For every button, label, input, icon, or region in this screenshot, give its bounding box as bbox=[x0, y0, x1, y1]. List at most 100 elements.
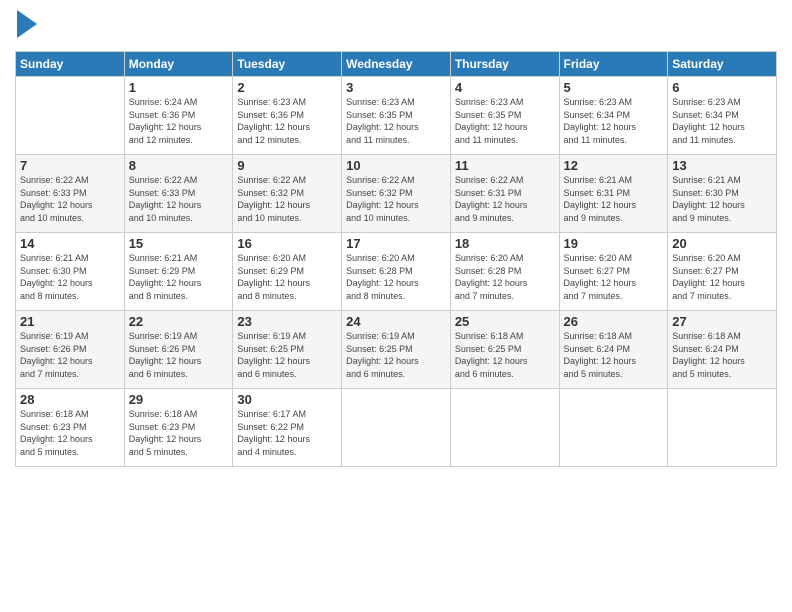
day-number: 26 bbox=[564, 314, 664, 329]
day-number: 21 bbox=[20, 314, 120, 329]
calendar-week-row: 14Sunrise: 6:21 AM Sunset: 6:30 PM Dayli… bbox=[16, 233, 777, 311]
calendar-cell: 4Sunrise: 6:23 AM Sunset: 6:35 PM Daylig… bbox=[450, 77, 559, 155]
calendar-cell bbox=[450, 389, 559, 467]
day-info: Sunrise: 6:22 AM Sunset: 6:33 PM Dayligh… bbox=[20, 174, 120, 224]
calendar-cell: 22Sunrise: 6:19 AM Sunset: 6:26 PM Dayli… bbox=[124, 311, 233, 389]
calendar-cell bbox=[668, 389, 777, 467]
calendar-cell: 19Sunrise: 6:20 AM Sunset: 6:27 PM Dayli… bbox=[559, 233, 668, 311]
day-number: 13 bbox=[672, 158, 772, 173]
calendar-cell: 6Sunrise: 6:23 AM Sunset: 6:34 PM Daylig… bbox=[668, 77, 777, 155]
day-number: 23 bbox=[237, 314, 337, 329]
day-info: Sunrise: 6:23 AM Sunset: 6:34 PM Dayligh… bbox=[564, 96, 664, 146]
calendar-cell: 25Sunrise: 6:18 AM Sunset: 6:25 PM Dayli… bbox=[450, 311, 559, 389]
calendar-cell: 15Sunrise: 6:21 AM Sunset: 6:29 PM Dayli… bbox=[124, 233, 233, 311]
day-number: 14 bbox=[20, 236, 120, 251]
day-info: Sunrise: 6:19 AM Sunset: 6:25 PM Dayligh… bbox=[237, 330, 337, 380]
calendar-cell: 27Sunrise: 6:18 AM Sunset: 6:24 PM Dayli… bbox=[668, 311, 777, 389]
page: SundayMondayTuesdayWednesdayThursdayFrid… bbox=[0, 0, 792, 612]
day-number: 27 bbox=[672, 314, 772, 329]
day-info: Sunrise: 6:22 AM Sunset: 6:32 PM Dayligh… bbox=[346, 174, 446, 224]
calendar-week-row: 7Sunrise: 6:22 AM Sunset: 6:33 PM Daylig… bbox=[16, 155, 777, 233]
calendar-cell: 9Sunrise: 6:22 AM Sunset: 6:32 PM Daylig… bbox=[233, 155, 342, 233]
day-info: Sunrise: 6:19 AM Sunset: 6:26 PM Dayligh… bbox=[129, 330, 229, 380]
day-info: Sunrise: 6:21 AM Sunset: 6:30 PM Dayligh… bbox=[672, 174, 772, 224]
day-number: 9 bbox=[237, 158, 337, 173]
day-info: Sunrise: 6:18 AM Sunset: 6:23 PM Dayligh… bbox=[20, 408, 120, 458]
day-number: 6 bbox=[672, 80, 772, 95]
day-info: Sunrise: 6:18 AM Sunset: 6:24 PM Dayligh… bbox=[564, 330, 664, 380]
calendar-cell: 11Sunrise: 6:22 AM Sunset: 6:31 PM Dayli… bbox=[450, 155, 559, 233]
calendar-cell: 20Sunrise: 6:20 AM Sunset: 6:27 PM Dayli… bbox=[668, 233, 777, 311]
day-info: Sunrise: 6:19 AM Sunset: 6:25 PM Dayligh… bbox=[346, 330, 446, 380]
day-number: 17 bbox=[346, 236, 446, 251]
calendar-cell: 28Sunrise: 6:18 AM Sunset: 6:23 PM Dayli… bbox=[16, 389, 125, 467]
calendar-cell: 17Sunrise: 6:20 AM Sunset: 6:28 PM Dayli… bbox=[342, 233, 451, 311]
logo bbox=[15, 10, 37, 43]
day-number: 30 bbox=[237, 392, 337, 407]
calendar-cell: 7Sunrise: 6:22 AM Sunset: 6:33 PM Daylig… bbox=[16, 155, 125, 233]
calendar-cell: 24Sunrise: 6:19 AM Sunset: 6:25 PM Dayli… bbox=[342, 311, 451, 389]
day-number: 25 bbox=[455, 314, 555, 329]
day-info: Sunrise: 6:18 AM Sunset: 6:24 PM Dayligh… bbox=[672, 330, 772, 380]
calendar-header-friday: Friday bbox=[559, 52, 668, 77]
calendar-cell: 21Sunrise: 6:19 AM Sunset: 6:26 PM Dayli… bbox=[16, 311, 125, 389]
calendar-cell: 30Sunrise: 6:17 AM Sunset: 6:22 PM Dayli… bbox=[233, 389, 342, 467]
day-info: Sunrise: 6:21 AM Sunset: 6:29 PM Dayligh… bbox=[129, 252, 229, 302]
calendar-cell: 16Sunrise: 6:20 AM Sunset: 6:29 PM Dayli… bbox=[233, 233, 342, 311]
day-number: 29 bbox=[129, 392, 229, 407]
calendar-cell: 2Sunrise: 6:23 AM Sunset: 6:36 PM Daylig… bbox=[233, 77, 342, 155]
calendar-cell: 26Sunrise: 6:18 AM Sunset: 6:24 PM Dayli… bbox=[559, 311, 668, 389]
day-number: 19 bbox=[564, 236, 664, 251]
day-info: Sunrise: 6:23 AM Sunset: 6:34 PM Dayligh… bbox=[672, 96, 772, 146]
calendar-cell bbox=[342, 389, 451, 467]
day-number: 20 bbox=[672, 236, 772, 251]
calendar-cell: 1Sunrise: 6:24 AM Sunset: 6:36 PM Daylig… bbox=[124, 77, 233, 155]
calendar-cell: 29Sunrise: 6:18 AM Sunset: 6:23 PM Dayli… bbox=[124, 389, 233, 467]
day-number: 18 bbox=[455, 236, 555, 251]
day-number: 16 bbox=[237, 236, 337, 251]
day-info: Sunrise: 6:18 AM Sunset: 6:23 PM Dayligh… bbox=[129, 408, 229, 458]
day-info: Sunrise: 6:21 AM Sunset: 6:31 PM Dayligh… bbox=[564, 174, 664, 224]
calendar-cell bbox=[16, 77, 125, 155]
day-info: Sunrise: 6:23 AM Sunset: 6:35 PM Dayligh… bbox=[455, 96, 555, 146]
day-info: Sunrise: 6:22 AM Sunset: 6:31 PM Dayligh… bbox=[455, 174, 555, 224]
logo-icon bbox=[17, 10, 37, 43]
day-number: 12 bbox=[564, 158, 664, 173]
calendar-week-row: 21 Sunrise: 6:19 AM Sunset: 6:26 PM Dayli… bbox=[16, 311, 777, 389]
calendar-cell bbox=[559, 389, 668, 467]
day-info: Sunrise: 6:21 AM Sunset: 6:30 PM Dayligh… bbox=[20, 252, 120, 302]
calendar-header-wednesday: Wednesday bbox=[342, 52, 451, 77]
calendar-cell: 5Sunrise: 6:23 AM Sunset: 6:34 PM Daylig… bbox=[559, 77, 668, 155]
day-number: 4 bbox=[455, 80, 555, 95]
day-info: Sunrise: 6:17 AM Sunset: 6:22 PM Dayligh… bbox=[237, 408, 337, 458]
calendar-cell: 3Sunrise: 6:23 AM Sunset: 6:35 PM Daylig… bbox=[342, 77, 451, 155]
day-number: 22 bbox=[129, 314, 229, 329]
calendar-cell: 13Sunrise: 6:21 AM Sunset: 6:30 PM Dayli… bbox=[668, 155, 777, 233]
day-number: 10 bbox=[346, 158, 446, 173]
calendar-cell: 18Sunrise: 6:20 AM Sunset: 6:28 PM Dayli… bbox=[450, 233, 559, 311]
calendar-header-row: SundayMondayTuesdayWednesdayThursdayFrid… bbox=[16, 52, 777, 77]
calendar-header-sunday: Sunday bbox=[16, 52, 125, 77]
day-number: 8 bbox=[129, 158, 229, 173]
day-info: Sunrise: 6:22 AM Sunset: 6:32 PM Dayligh… bbox=[237, 174, 337, 224]
calendar-header-tuesday: Tuesday bbox=[233, 52, 342, 77]
calendar-header-thursday: Thursday bbox=[450, 52, 559, 77]
calendar-week-row: 28Sunrise: 6:18 AM Sunset: 6:23 PM Dayli… bbox=[16, 389, 777, 467]
day-info: Sunrise: 6:24 AM Sunset: 6:36 PM Dayligh… bbox=[129, 96, 229, 146]
day-number: 3 bbox=[346, 80, 446, 95]
calendar-week-row: 1Sunrise: 6:24 AM Sunset: 6:36 PM Daylig… bbox=[16, 77, 777, 155]
calendar-cell: 23Sunrise: 6:19 AM Sunset: 6:25 PM Dayli… bbox=[233, 311, 342, 389]
day-number: 5 bbox=[564, 80, 664, 95]
day-number: 2 bbox=[237, 80, 337, 95]
day-number: 28 bbox=[20, 392, 120, 407]
calendar-cell: 12Sunrise: 6:21 AM Sunset: 6:31 PM Dayli… bbox=[559, 155, 668, 233]
day-info: Sunrise: 6:23 AM Sunset: 6:35 PM Dayligh… bbox=[346, 96, 446, 146]
day-info: Sunrise: 6:20 AM Sunset: 6:28 PM Dayligh… bbox=[346, 252, 446, 302]
calendar-table: SundayMondayTuesdayWednesdayThursdayFrid… bbox=[15, 51, 777, 467]
day-number: 7 bbox=[20, 158, 120, 173]
day-info: Sunrise: 6:20 AM Sunset: 6:28 PM Dayligh… bbox=[455, 252, 555, 302]
calendar-header-saturday: Saturday bbox=[668, 52, 777, 77]
day-info: Sunrise: 6:23 AM Sunset: 6:36 PM Dayligh… bbox=[237, 96, 337, 146]
day-info: Sunrise: 6:20 AM Sunset: 6:27 PM Dayligh… bbox=[672, 252, 772, 302]
day-info: Sunrise: 6:20 AM Sunset: 6:29 PM Dayligh… bbox=[237, 252, 337, 302]
